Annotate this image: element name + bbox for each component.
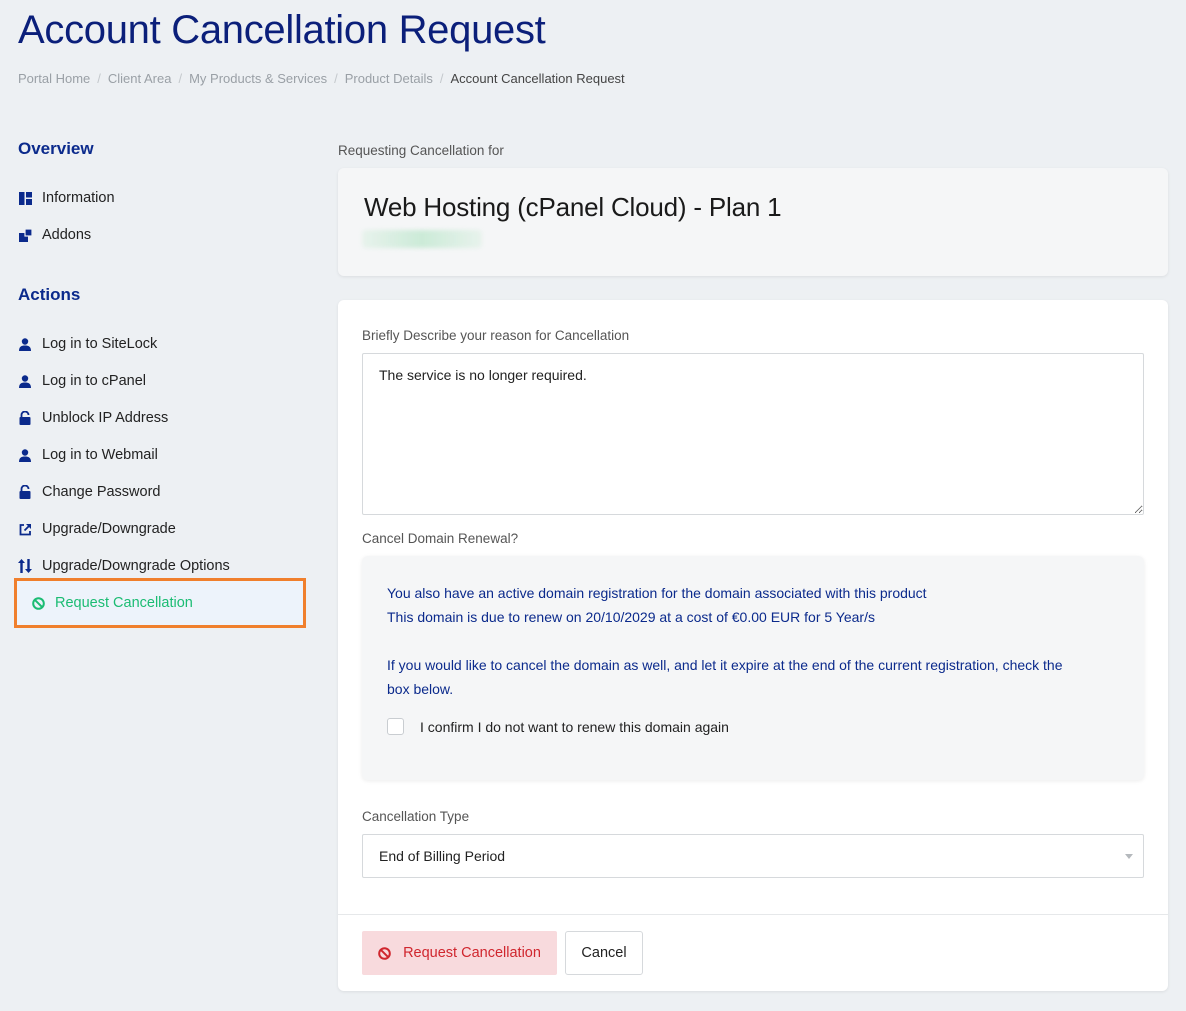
sidebar-item-label: Log in to SiteLock [42, 336, 158, 352]
sidebar-item-label: Unblock IP Address [42, 410, 169, 426]
request-cancellation-label: Request Cancellation [403, 945, 541, 961]
breadcrumb-client-area[interactable]: Client Area [108, 71, 172, 86]
form-divider [338, 914, 1168, 915]
cancellation-type-label: Cancellation Type [362, 809, 470, 824]
sidebar-item-upgrade-downgrade[interactable]: Upgrade/Downgrade [18, 517, 176, 541]
page-title: Account Cancellation Request [18, 8, 546, 52]
sidebar-item-label: Log in to cPanel [42, 373, 146, 389]
cancellation-type-select[interactable]: End of Billing Period [362, 834, 1144, 878]
requesting-cancellation-label: Requesting Cancellation for [338, 143, 504, 158]
sidebar-item-label: Upgrade/Downgrade Options [42, 558, 230, 574]
user-icon [18, 448, 32, 462]
sidebar-item-label: Upgrade/Downgrade [42, 521, 176, 537]
sidebar-item-upgrade-downgrade-options[interactable]: Upgrade/Downgrade Options [18, 554, 230, 578]
external-link-icon [18, 522, 32, 536]
breadcrumb: Portal Home / Client Area / My Products … [18, 71, 625, 86]
reason-label: Briefly Describe your reason for Cancell… [362, 328, 630, 343]
sidebar-item-label: Change Password [42, 484, 161, 500]
domain-renewal-label: Cancel Domain Renewal? [362, 531, 519, 546]
domain-renewal-info: This domain is due to renew on 20/10/202… [387, 609, 875, 625]
sidebar-item-login-cpanel[interactable]: Log in to cPanel [18, 369, 146, 393]
breadcrumb-separator: / [439, 71, 444, 86]
user-icon [18, 374, 32, 388]
sidebar-item-information[interactable]: Information [18, 186, 115, 210]
sidebar-item-label: Log in to Webmail [42, 447, 158, 463]
sidebar-item-login-webmail[interactable]: Log in to Webmail [18, 443, 158, 467]
breadcrumb-current: Account Cancellation Request [450, 71, 625, 86]
user-icon [18, 337, 32, 351]
sidebar-item-label: Request Cancellation [55, 595, 193, 611]
ban-icon [31, 596, 45, 610]
unlock-icon [18, 411, 32, 425]
overview-heading: Overview [18, 139, 94, 158]
breadcrumb-products-services[interactable]: My Products & Services [189, 71, 327, 86]
actions-heading: Actions [18, 285, 81, 304]
unlock-icon [18, 485, 32, 499]
domain-notice-box: You also have an active domain registrat… [362, 556, 1144, 780]
breadcrumb-separator: / [334, 71, 338, 86]
product-name: Web Hosting (cPanel Cloud) - Plan 1 [364, 192, 782, 222]
sidebar-item-addons[interactable]: Addons [18, 223, 91, 247]
confirm-no-renew-label: I confirm I do not want to renew this do… [420, 718, 729, 735]
domain-notice-line: box below. [387, 681, 454, 697]
product-domain-redacted [362, 230, 482, 248]
cancel-button[interactable]: Cancel [565, 931, 643, 975]
domain-notice-line: You also have an active domain registrat… [387, 585, 927, 601]
breadcrumb-portal-home[interactable]: Portal Home [18, 71, 90, 86]
sidebar-item-unblock-ip[interactable]: Unblock IP Address [18, 406, 168, 430]
breadcrumb-separator: / [178, 71, 183, 86]
cancellation-type-value: End of Billing Period [379, 848, 506, 864]
product-card: Web Hosting (cPanel Cloud) - Plan 1 [338, 168, 1168, 276]
breadcrumb-product-details[interactable]: Product Details [345, 71, 433, 86]
sidebar-item-request-cancellation[interactable]: Request Cancellation [14, 578, 306, 628]
dashboard-icon [18, 191, 32, 205]
sort-icon [18, 559, 32, 573]
caret-down-icon [1125, 854, 1133, 859]
reason-textarea[interactable]: The service is no longer required. [362, 353, 1144, 515]
confirm-no-renew-option[interactable]: I confirm I do not want to renew this do… [387, 718, 729, 735]
request-cancellation-button[interactable]: Request Cancellation [362, 931, 557, 975]
cancellation-form: Briefly Describe your reason for Cancell… [338, 300, 1168, 991]
breadcrumb-separator: / [97, 71, 101, 86]
domain-notice-line: If you would like to cancel the domain a… [387, 657, 1063, 673]
sidebar-item-label: Addons [42, 227, 92, 243]
confirm-no-renew-checkbox[interactable] [387, 718, 404, 735]
sidebar-item-login-sitelock[interactable]: Log in to SiteLock [18, 332, 157, 356]
cubes-icon [18, 228, 32, 242]
sidebar-item-label: Information [42, 190, 115, 206]
ban-icon [378, 946, 391, 960]
sidebar-item-change-password[interactable]: Change Password [18, 480, 161, 504]
